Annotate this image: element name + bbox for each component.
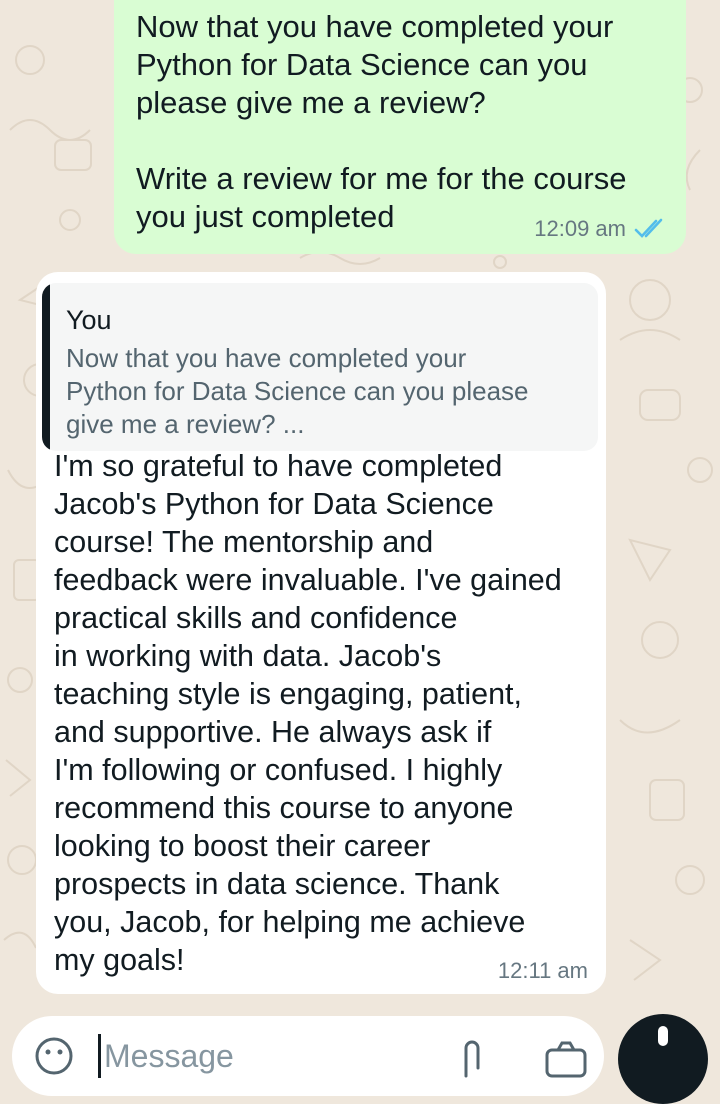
message-text-line: in working with data. Jacob's — [54, 639, 442, 673]
quote-accent-bar — [42, 283, 50, 451]
quote-text-line: Python for Data Science can you please — [66, 376, 529, 406]
text-cursor — [98, 1034, 101, 1078]
quote-text-line: give me a review? ... — [66, 409, 305, 439]
message-timestamp: 12:11 am — [497, 958, 588, 983]
message-text-line: prospects in data science. Thank — [54, 867, 500, 901]
incoming-message-bubble[interactable]: You Now that you have completed your Pyt… — [36, 272, 606, 994]
message-composer[interactable]: Message — [12, 1016, 604, 1096]
mic-button[interactable] — [618, 1014, 708, 1104]
message-text-line: looking to boost their career — [54, 829, 431, 863]
message-text-line: Write a review for me for the course — [136, 161, 627, 196]
message-text-line: teaching style is engaging, patient, — [54, 677, 522, 711]
message-text-line: you, Jacob, for helping me achieve — [54, 905, 526, 939]
message-meta: 12:09 am — [534, 216, 668, 242]
message-text-line: my goals! — [54, 943, 185, 977]
message-text-line: feedback were invaluable. I've gained — [54, 563, 562, 597]
message-input[interactable]: Message — [104, 1038, 234, 1075]
quoted-reply[interactable]: You Now that you have completed your Pyt… — [42, 283, 598, 451]
emoji-icon[interactable] — [34, 1036, 74, 1076]
message-text-line: Python for Data Science can you — [136, 47, 588, 82]
message-text-line: course! The mentorship and — [54, 525, 434, 559]
message-body: I'm so grateful to have completed Jacob'… — [54, 447, 562, 979]
message-text-line: Jacob's Python for Data Science — [54, 487, 494, 521]
camera-icon[interactable] — [544, 1038, 588, 1078]
message-timestamp: 12:09 am — [534, 216, 626, 241]
message-text-line: and supportive. He always ask if — [54, 715, 492, 749]
message-text-line: recommend this course to anyone — [54, 791, 514, 825]
message-text-line: practical skills and confidence — [54, 601, 458, 635]
message-text-line: I'm following or confused. I highly — [54, 753, 503, 787]
message-text-line: Now that you have completed your — [136, 9, 614, 44]
quote-author: You — [66, 305, 112, 335]
attach-icon[interactable] — [456, 1038, 488, 1078]
message-text-line: please give me a review? — [136, 85, 486, 120]
quote-text-line: Now that you have completed your — [66, 343, 467, 373]
mic-icon — [658, 1026, 668, 1046]
double-check-read-icon — [634, 218, 663, 238]
message-text-line: I'm so grateful to have completed — [54, 449, 503, 483]
outgoing-message-bubble[interactable]: Now that you have completed your Python … — [114, 0, 686, 254]
